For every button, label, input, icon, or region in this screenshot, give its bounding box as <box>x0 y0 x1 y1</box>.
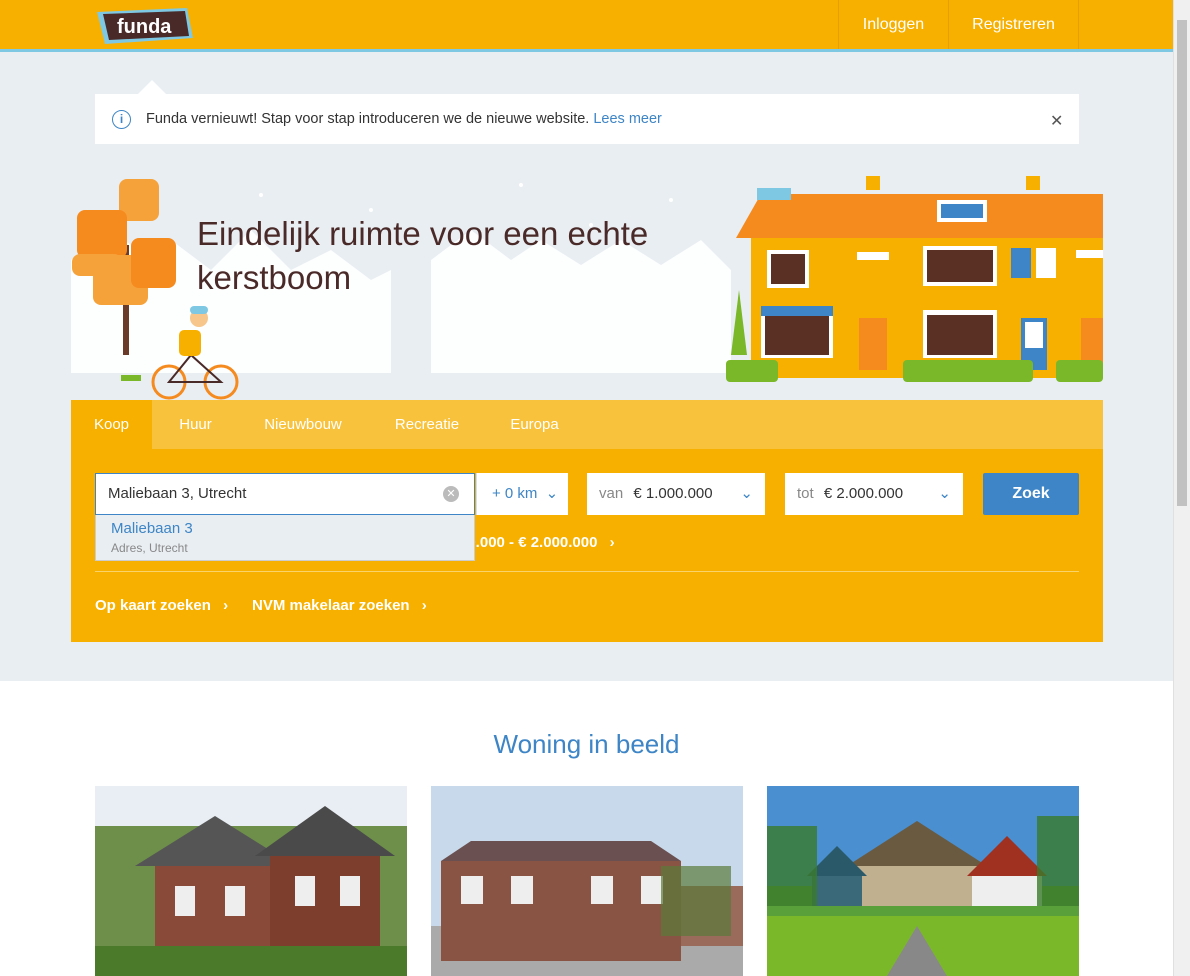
nvm-agent-search-link[interactable]: NVM makelaar zoeken › <box>252 597 427 614</box>
chevron-right-icon: › <box>609 534 615 551</box>
chevron-down-icon: ⌄ <box>740 485 753 502</box>
notice-banner: i Funda vernieuwt! Stap voor stap introd… <box>95 94 1079 144</box>
radius-select[interactable]: + 0 km ⌄ <box>476 473 568 515</box>
search-button[interactable]: Zoek <box>983 473 1079 515</box>
map-search-link[interactable]: Op kaart zoeken › <box>95 597 228 614</box>
tab-europa[interactable]: Europa <box>487 400 582 449</box>
map-search-label: Op kaart zoeken <box>95 597 211 614</box>
location-search-input[interactable]: Maliebaan 3, Utrecht <box>95 473 475 515</box>
price-to-select[interactable]: tot € 2.000.000 ⌄ <box>785 473 963 515</box>
suggestion-title: Maliebaan 3 <box>111 520 193 537</box>
funda-logo[interactable]: funda <box>95 8 195 44</box>
tab-koop[interactable]: Koop <box>71 400 152 449</box>
price-from-select[interactable]: van € 1.000.000 ⌄ <box>587 473 765 515</box>
price-to-value: € 2.000.000 <box>823 485 904 502</box>
radius-value: + 0 km <box>492 485 538 502</box>
price-to-label: tot <box>797 485 814 502</box>
search-tabs: Koop Huur Nieuwbouw Recreatie Europa <box>71 400 1103 449</box>
featured-title: Woning in beeld <box>493 729 680 759</box>
login-button[interactable]: Inloggen <box>838 0 948 49</box>
register-button[interactable]: Registreren <box>948 0 1079 49</box>
featured-home-photo[interactable] <box>767 786 1079 976</box>
recent-search-link[interactable]: 00.000 - € 2.000.000 › <box>459 534 615 551</box>
hero-title: Eindelijk ruimte voor een echte kerstboo… <box>197 215 649 296</box>
read-more-link[interactable]: Lees meer <box>593 111 662 127</box>
featured-section: Woning in beeld <box>0 681 1173 976</box>
chevron-right-icon: › <box>421 597 427 614</box>
price-from-label: van <box>599 485 624 502</box>
nvm-agent-search-label: NVM makelaar zoeken <box>252 597 410 614</box>
logo-text: funda <box>117 16 172 38</box>
info-icon: i <box>112 110 131 129</box>
scrollbar[interactable] <box>1173 0 1190 976</box>
tab-huur[interactable]: Huur <box>152 400 239 449</box>
chevron-down-icon: ⌄ <box>545 485 559 502</box>
tab-nieuwbouw[interactable]: Nieuwbouw <box>239 400 367 449</box>
close-icon[interactable]: ✕ <box>1050 111 1063 131</box>
featured-home-photo[interactable] <box>95 786 407 976</box>
suggestion-subtitle: Adres, Utrecht <box>111 541 188 555</box>
chevron-right-icon: › <box>223 597 229 614</box>
recent-search-text: 00.000 - € 2.000.000 <box>459 534 598 551</box>
search-divider <box>95 571 1079 572</box>
notice-text: Funda vernieuwt! Stap voor stap introduc… <box>146 111 590 127</box>
scrollbar-thumb[interactable] <box>1177 20 1187 506</box>
notice-message: Funda vernieuwt! Stap voor stap introduc… <box>146 111 662 127</box>
autocomplete-dropdown: Maliebaan 3 Adres, Utrecht <box>95 515 475 561</box>
site-header: funda Inloggen Registreren <box>0 0 1173 52</box>
tab-recreatie[interactable]: Recreatie <box>367 400 487 449</box>
hero-illustration: Eindelijk ruimte voor een echte kerstboo… <box>71 170 1103 400</box>
clear-icon[interactable]: ✕ <box>443 486 459 502</box>
featured-home-photo[interactable] <box>431 786 743 976</box>
notice-pointer <box>138 80 166 94</box>
chevron-down-icon: ⌄ <box>938 485 951 502</box>
price-from-value: € 1.000.000 <box>633 485 713 502</box>
